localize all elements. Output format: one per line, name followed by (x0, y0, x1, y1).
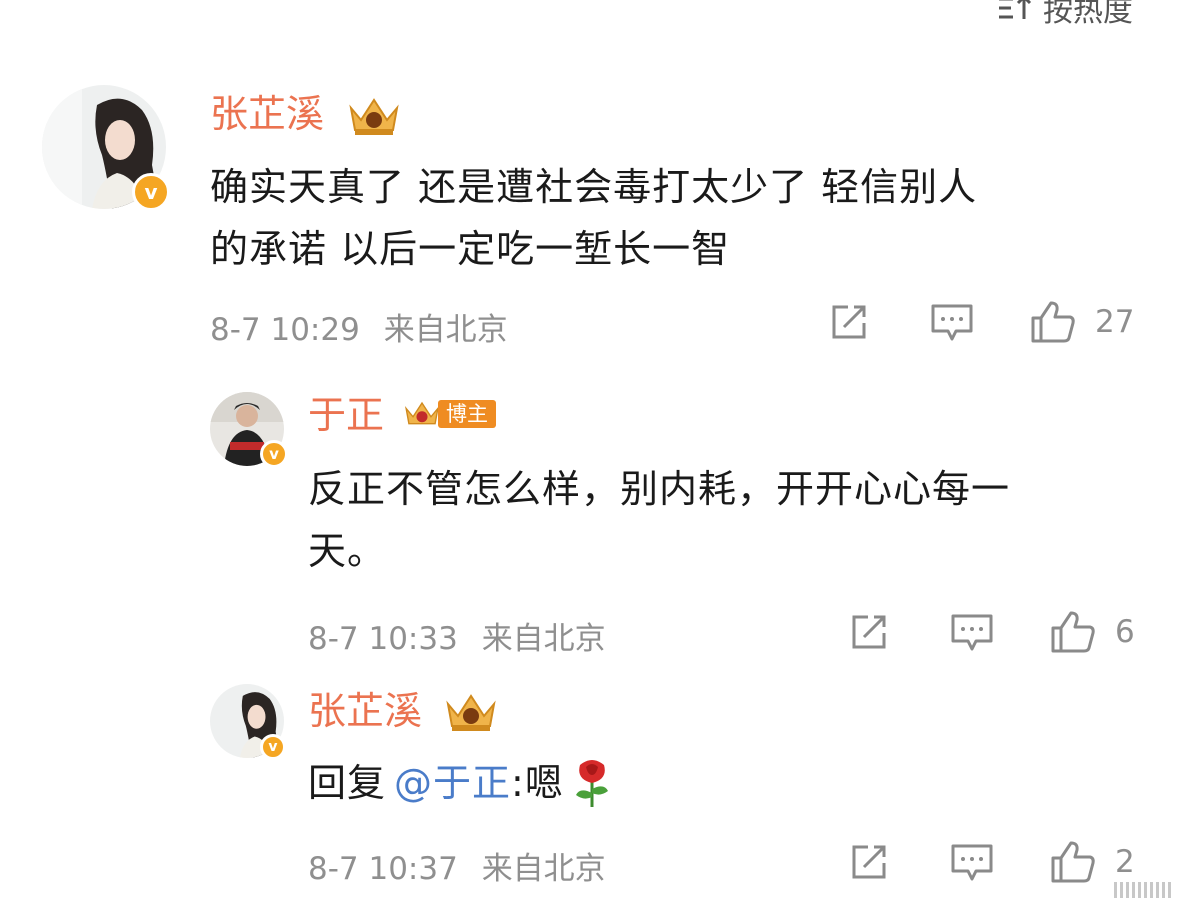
crown-badge-icon (446, 694, 496, 731)
like-icon[interactable] (1050, 840, 1096, 884)
reply-prefix: 回复 (308, 761, 387, 805)
verified-icon: v (260, 734, 286, 760)
comment-item: v 张芷溪 回复 @于正 :嗯 8-7 10:37 来自北京 2 (0, 0, 1179, 920)
share-icon[interactable] (850, 843, 890, 881)
comment-thread: 按热度 v 张芷溪 确实天真了 还是遭社会毒打太少了 轻信别人 的承诺 以后一定… (0, 0, 1179, 920)
timestamp: 8-7 10:37 (308, 851, 458, 887)
avatar[interactable]: v (210, 684, 286, 760)
mention-link[interactable]: @于正 (394, 752, 511, 814)
comment-icon[interactable] (950, 843, 994, 883)
like-count: 2 (1115, 844, 1135, 880)
reply-text: :嗯 (511, 761, 564, 805)
rose-icon (575, 760, 608, 807)
watermark (1114, 882, 1171, 898)
comment-meta: 8-7 10:37 来自北京 (308, 843, 606, 888)
comment-text: 回复 @于正 :嗯 (308, 752, 1148, 814)
location: 来自北京 (481, 851, 606, 887)
username[interactable]: 张芷溪 (308, 689, 422, 733)
